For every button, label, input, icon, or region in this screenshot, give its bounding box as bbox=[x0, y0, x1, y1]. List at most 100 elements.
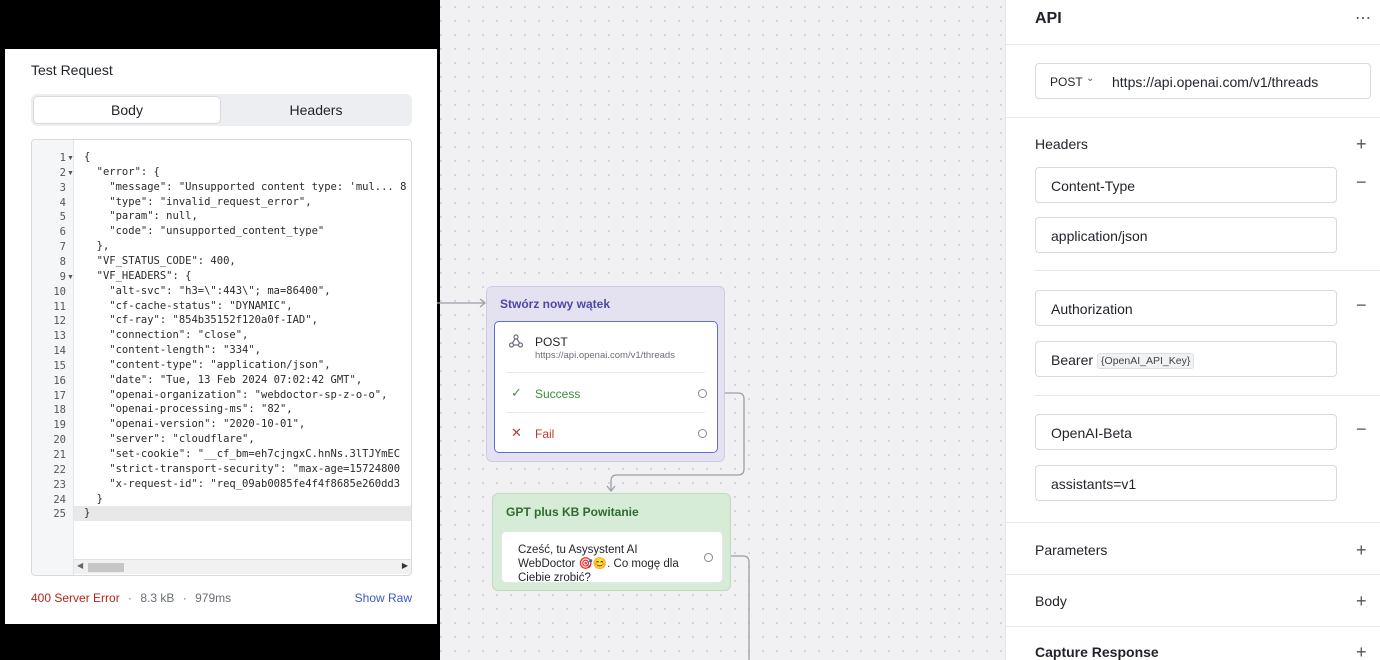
test-request-title: Test Request bbox=[31, 62, 113, 78]
code-line: "openai-version": "2020-10-01", bbox=[84, 418, 306, 431]
method-select[interactable]: POST bbox=[1050, 75, 1083, 89]
header-value-field[interactable]: Bearer {OpenAI_API_Key} bbox=[1035, 341, 1337, 377]
add-capture-icon[interactable]: + bbox=[1356, 643, 1367, 660]
status-code-text: 400 Server Error bbox=[31, 591, 120, 605]
add-body-icon[interactable]: + bbox=[1356, 592, 1367, 610]
response-size: 8.3 kB bbox=[140, 591, 175, 605]
request-url: https://api.openai.com/v1/threads bbox=[535, 350, 675, 361]
code-line: "set-cookie": "__cf_bm=eh7cjngxC.hnNs.3l… bbox=[84, 448, 401, 460]
line-number: 8 bbox=[59, 255, 66, 268]
parameters-section-label[interactable]: Parameters bbox=[1035, 542, 1107, 558]
fold-toggle-icon[interactable]: ▼ bbox=[67, 155, 74, 162]
webhook-icon bbox=[508, 334, 524, 351]
separator: · bbox=[182, 591, 187, 605]
request-url-box: POST ⌄ https://api.openai.com/v1/threads bbox=[1035, 63, 1371, 99]
line-number: 7 bbox=[59, 241, 66, 254]
divider bbox=[1035, 270, 1380, 271]
code-line: "VF_STATUS_CODE": 400, bbox=[84, 254, 236, 267]
code-line: "error": { bbox=[84, 165, 160, 178]
success-port[interactable] bbox=[698, 389, 707, 398]
api-editor-panel: API ⋯ POST ⌄ https://api.openai.com/v1/t… bbox=[1005, 0, 1380, 660]
add-header-icon[interactable]: + bbox=[1356, 135, 1367, 153]
code-line: "message": "Unsupported content type: 'm… bbox=[84, 180, 407, 193]
fail-port[interactable] bbox=[698, 429, 707, 438]
line-number: 16 bbox=[53, 374, 66, 387]
tab-body[interactable]: Body bbox=[33, 96, 221, 124]
response-code-editor[interactable]: 1 ▼ 2 ▼ 3 4 5 6 7 8 9 ▼ 10 11 12 13 14 15 16 17 18 19 20 21 22 23… bbox=[31, 139, 412, 576]
line-number: 12 bbox=[53, 315, 66, 328]
line-number: 21 bbox=[53, 449, 66, 461]
code-line: } bbox=[84, 492, 103, 505]
line-number: 13 bbox=[53, 330, 66, 343]
divider bbox=[1006, 522, 1380, 523]
headers-section-label: Headers bbox=[1035, 136, 1088, 152]
header-value-field[interactable]: assistants=v1 bbox=[1035, 465, 1337, 501]
tab-group: Body Headers bbox=[31, 94, 412, 126]
fold-toggle-icon[interactable]: ▼ bbox=[67, 274, 74, 281]
code-line: "type": "invalid_request_error", bbox=[84, 195, 312, 208]
line-number: 20 bbox=[53, 434, 66, 447]
code-line: "param": null, bbox=[84, 210, 198, 223]
code-line: "strict-transport-security": "max-age=15… bbox=[84, 462, 401, 475]
url-input[interactable]: https://api.openai.com/v1/threads bbox=[1112, 74, 1318, 90]
code-line: "openai-processing-ms": "82", bbox=[84, 403, 293, 416]
line-number: 5 bbox=[59, 211, 66, 224]
test-request-panel: Test Request Body Headers 1 ▼ 2 ▼ 3 4 5 6 7 8 9 ▼ 10… bbox=[5, 49, 437, 624]
message-card[interactable]: Cześć, tu Asysystent AI WebDoctor 🎯😊. Co… bbox=[501, 531, 723, 584]
line-number: 2 bbox=[59, 166, 66, 179]
bearer-prefix: Bearer bbox=[1051, 352, 1094, 368]
node-title: GPT plus KB Powitanie bbox=[506, 505, 639, 519]
remove-header-icon[interactable]: − bbox=[1356, 420, 1367, 438]
line-number: 6 bbox=[59, 226, 66, 239]
tab-headers[interactable]: Headers bbox=[222, 96, 410, 124]
divider bbox=[1006, 117, 1380, 118]
variable-chip[interactable]: {OpenAI_API_Key} bbox=[1097, 353, 1195, 369]
code-line: }, bbox=[84, 240, 110, 253]
success-path-label: Success bbox=[535, 387, 581, 401]
header-key-field[interactable]: OpenAI-Beta bbox=[1035, 414, 1337, 450]
show-raw-link[interactable]: Show Raw bbox=[355, 591, 412, 605]
line-number: 15 bbox=[53, 359, 66, 372]
code-line: "connection": "close", bbox=[84, 329, 249, 342]
code-line: "cf-cache-status": "DYNAMIC", bbox=[84, 299, 293, 312]
divider bbox=[1035, 395, 1380, 396]
code-line: "date": "Tue, 13 Feb 2024 07:02:42 GMT", bbox=[84, 373, 363, 386]
fail-path-label: Fail bbox=[535, 427, 555, 441]
scroll-right-icon[interactable]: ▶ bbox=[402, 561, 408, 570]
line-number: 17 bbox=[53, 389, 66, 402]
api-step-node[interactable]: Stwórz nowy wątek POST https://api.opena… bbox=[486, 286, 725, 462]
code-line: "VF_HEADERS": { bbox=[84, 269, 192, 282]
divider bbox=[507, 372, 705, 373]
body-section-label[interactable]: Body bbox=[1035, 593, 1067, 609]
code-line: "alt-svc": "h3=\":443\"; ma=86400", bbox=[84, 284, 331, 297]
line-number: 24 bbox=[53, 493, 66, 506]
add-parameter-icon[interactable]: + bbox=[1356, 541, 1367, 559]
line-number: 4 bbox=[59, 196, 66, 209]
gpt-step-node[interactable]: GPT plus KB Powitanie Cześć, tu Asysyste… bbox=[492, 493, 731, 591]
chevron-down-icon[interactable]: ⌄ bbox=[1086, 73, 1094, 84]
line-number: 1 bbox=[59, 152, 66, 164]
line-number: 23 bbox=[53, 478, 66, 491]
remove-header-icon[interactable]: − bbox=[1356, 173, 1367, 191]
message-text: Cześć, tu Asysystent AI WebDoctor 🎯😊. Co… bbox=[518, 544, 679, 584]
divider bbox=[1006, 44, 1380, 45]
api-request-card[interactable]: POST https://api.openai.com/v1/threads ✓… bbox=[494, 321, 718, 453]
header-value-field[interactable]: application/json bbox=[1035, 217, 1337, 253]
divider bbox=[1006, 626, 1380, 627]
scrollbar-thumb[interactable] bbox=[88, 563, 124, 572]
close-icon: ✕ bbox=[511, 425, 522, 440]
node-title: Stwórz nowy wątek bbox=[500, 297, 611, 311]
line-number: 18 bbox=[53, 404, 66, 417]
next-port[interactable] bbox=[704, 553, 713, 562]
code-line: { bbox=[84, 151, 91, 163]
line-number: 11 bbox=[53, 300, 66, 313]
remove-header-icon[interactable]: − bbox=[1356, 296, 1367, 314]
more-options-icon[interactable]: ⋯ bbox=[1355, 8, 1372, 28]
header-key-field[interactable]: Content-Type bbox=[1035, 167, 1337, 203]
header-key-field[interactable]: Authorization bbox=[1035, 290, 1337, 326]
code-line: "x-request-id": "req_09ab0085fe4f4f8685e… bbox=[84, 477, 401, 490]
capture-response-section-label[interactable]: Capture Response bbox=[1035, 644, 1159, 660]
horizontal-scrollbar[interactable]: ◀ ▶ bbox=[74, 559, 411, 574]
fold-toggle-icon[interactable]: ▼ bbox=[67, 170, 74, 177]
scroll-left-icon[interactable]: ◀ bbox=[77, 561, 83, 570]
